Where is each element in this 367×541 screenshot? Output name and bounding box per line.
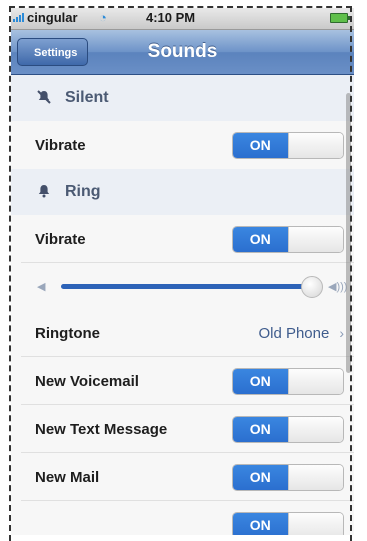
ring-vibrate-toggle[interactable]: ON [232, 225, 344, 253]
silent-vibrate-row: Vibrate ON [11, 121, 354, 169]
toggle-on-label: ON [233, 368, 288, 394]
toggle-on-label: ON [233, 132, 288, 158]
settings-list: Silent Vibrate ON Ring Vibrate ON ◀ ◀)))… [11, 75, 354, 535]
section-header-ring: Ring [11, 169, 354, 215]
toggle-knob [287, 512, 343, 535]
iphone-screen: cingular ◔ 4:10 PM Settings Sounds Silen… [11, 8, 354, 535]
toggle-knob [287, 226, 343, 252]
section-title-ring: Ring [65, 183, 101, 200]
toggle-knob [287, 132, 343, 158]
navigation-bar: Settings Sounds [11, 30, 354, 75]
toggle-knob [287, 368, 343, 394]
volume-high-icon: ◀))) [328, 280, 348, 293]
muted-bell-icon [35, 89, 53, 108]
alert-label: New Mail [35, 468, 100, 486]
alert-row-mail: New Mail ON [11, 453, 354, 501]
alert-label: New Text Message [35, 420, 168, 438]
bell-icon [35, 183, 53, 202]
alert-label: New Voicemail [35, 372, 139, 390]
new-mail-toggle[interactable]: ON [232, 463, 344, 491]
ring-vibrate-label: Vibrate [35, 230, 86, 248]
page-title: Sounds [147, 41, 218, 62]
silent-vibrate-toggle[interactable]: ON [232, 131, 344, 159]
new-voicemail-toggle[interactable]: ON [232, 367, 344, 395]
ringtone-current: Old Phone [258, 324, 330, 342]
ringtone-value: Old Phone › [258, 325, 344, 342]
alert-row-text-message: New Text Message ON [11, 405, 354, 453]
status-time: 4:10 PM [146, 10, 196, 25]
toggle-on-label: ON [233, 464, 288, 490]
ring-volume-slider[interactable] [61, 275, 324, 298]
carrier-name: cingular [27, 10, 78, 25]
volume-slider-thumb[interactable] [301, 275, 324, 298]
battery-icon [330, 13, 350, 23]
new-text-message-toggle[interactable]: ON [232, 415, 344, 443]
alert-row-partial: ON [11, 501, 354, 535]
status-bar: cingular ◔ 4:10 PM [11, 8, 354, 30]
section-header-silent: Silent [11, 75, 354, 121]
ringtone-row[interactable]: Ringtone Old Phone › [11, 309, 354, 357]
ring-volume-row: ◀ ◀))) [11, 263, 354, 309]
partial-toggle[interactable]: ON [232, 511, 344, 535]
alert-row-voicemail: New Voicemail ON [11, 357, 354, 405]
signal-icon [13, 13, 24, 22]
section-title-silent: Silent [65, 89, 109, 106]
ring-vibrate-row: Vibrate ON [11, 215, 354, 263]
vertical-scrollbar[interactable] [346, 93, 351, 373]
volume-low-icon: ◀ [37, 280, 46, 293]
toggle-on-label: ON [233, 512, 288, 535]
wifi-icon: ◔ [99, 10, 107, 25]
chevron-right-icon: › [339, 325, 344, 341]
silent-vibrate-label: Vibrate [35, 136, 86, 154]
toggle-knob [287, 416, 343, 442]
toggle-on-label: ON [233, 416, 288, 442]
toggle-knob [287, 464, 343, 490]
toggle-on-label: ON [233, 226, 288, 252]
ringtone-label: Ringtone [35, 324, 100, 342]
